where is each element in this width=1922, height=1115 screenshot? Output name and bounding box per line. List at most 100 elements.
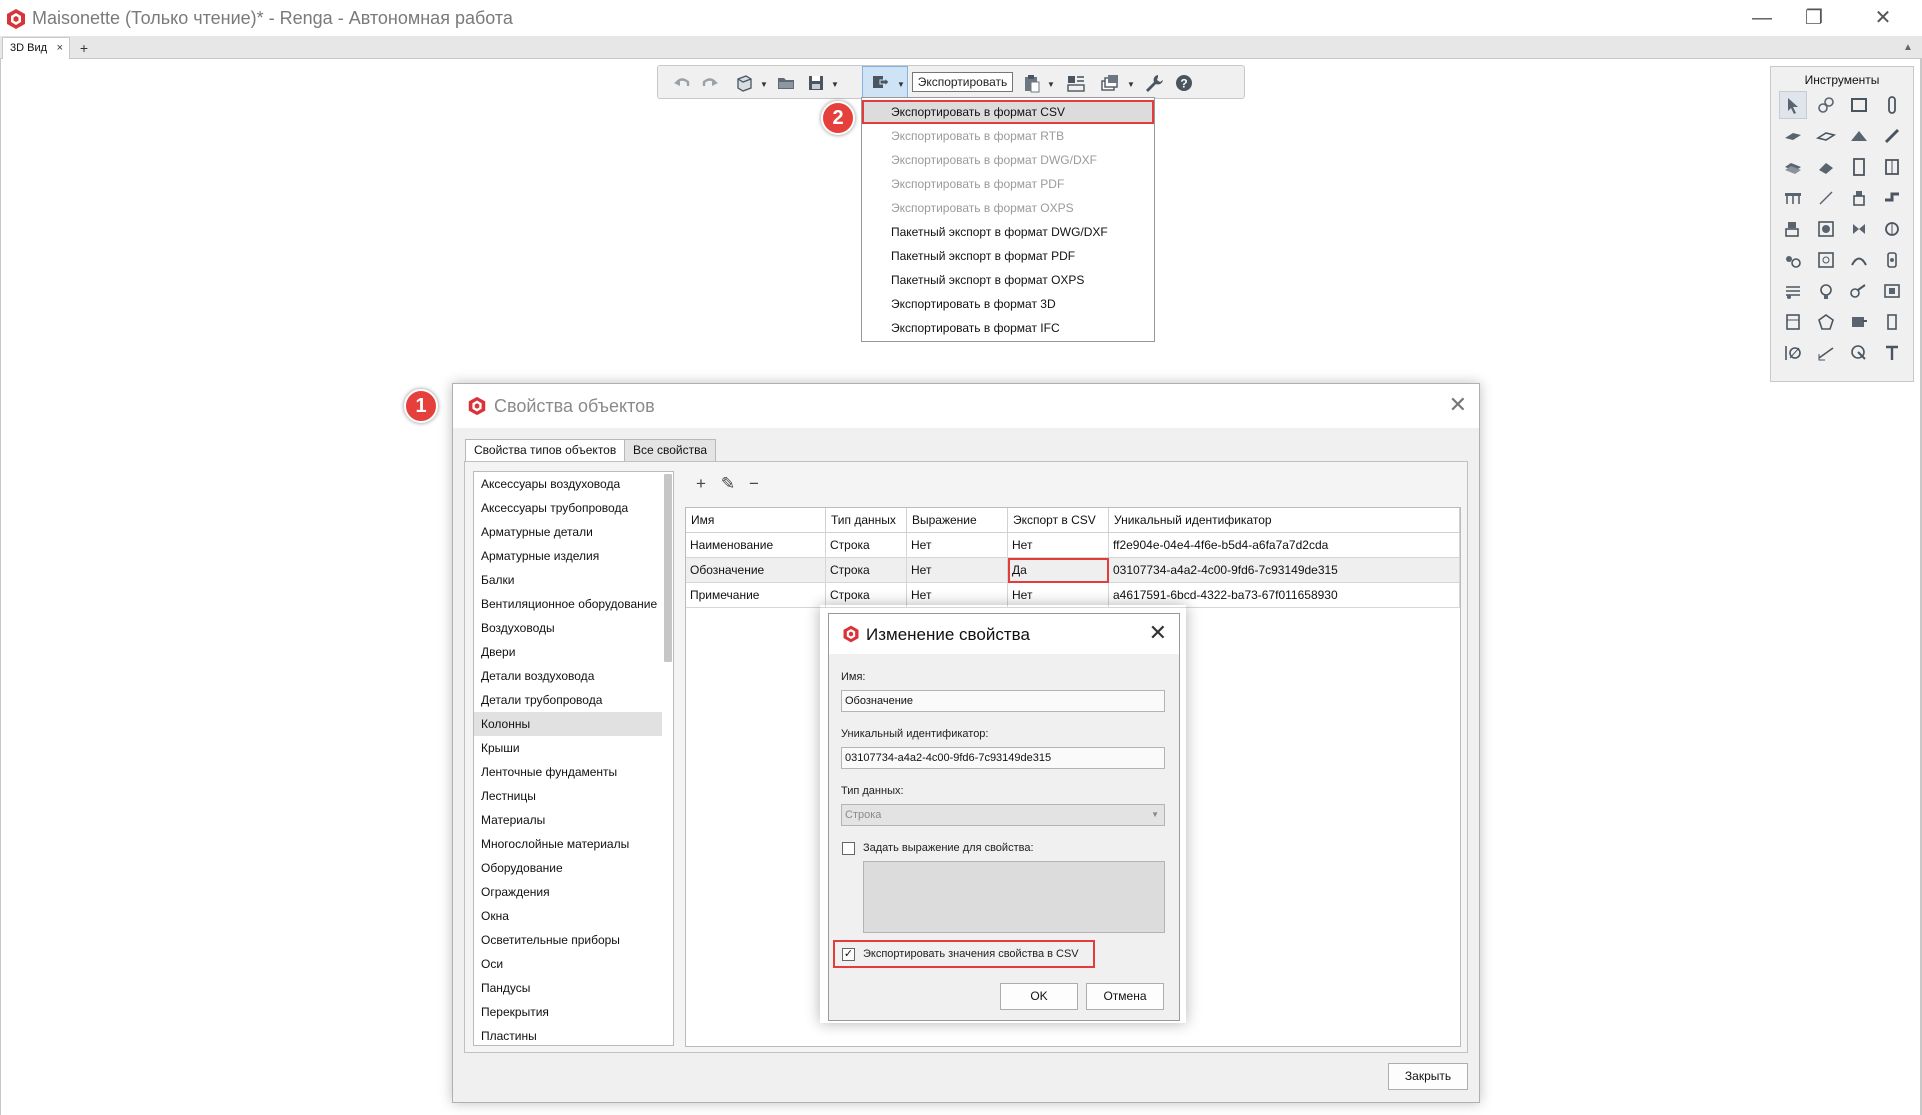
lamp-icon[interactable] [1812,277,1840,305]
help-icon[interactable]: ? [1172,71,1196,95]
redo-icon[interactable] [698,71,722,95]
duct-fitting-icon[interactable] [1845,246,1873,274]
panel-icon[interactable] [1779,308,1807,336]
category-item[interactable]: Вентиляционное оборудование [474,592,662,616]
category-item[interactable]: Крыши [474,736,662,760]
category-item[interactable]: Балки [474,568,662,592]
valve-icon[interactable] [1779,246,1807,274]
category-item[interactable]: Двери [474,640,662,664]
paste-dropdown-icon[interactable]: ▼ [1047,80,1055,89]
door-icon[interactable] [1845,153,1873,181]
layers-dropdown-icon[interactable]: ▼ [1127,80,1135,89]
close-icon[interactable]: ✕ [1149,620,1167,646]
category-item[interactable]: Окна [474,904,662,928]
light-switch-icon[interactable] [1878,277,1906,305]
add-property-button[interactable]: + [691,474,711,494]
route-icon[interactable] [1845,308,1873,336]
beam-icon[interactable] [1878,122,1906,150]
category-item[interactable]: Арматурные детали [474,520,662,544]
save-dropdown-icon[interactable]: ▼ [831,80,839,89]
open-folder-icon[interactable] [774,71,798,95]
ramp-icon[interactable] [1779,153,1807,181]
cancel-button[interactable]: Отмена [1086,983,1164,1010]
text-icon[interactable] [1878,339,1906,367]
uid-field[interactable]: 03107734-a4a2-4c00-9fd6-7c93149de315 [841,747,1165,769]
table-cell[interactable]: Наименование [686,533,826,558]
category-item[interactable]: Многослойные материалы [474,832,662,856]
axis-icon[interactable] [1779,339,1807,367]
table-cell[interactable]: Нет [1008,533,1109,558]
plumbing-icon[interactable] [1845,184,1873,212]
floor-icon[interactable] [1812,122,1840,150]
column-icon[interactable] [1878,91,1906,119]
view-cube-dropdown-icon[interactable]: ▼ [760,80,768,89]
category-item[interactable]: Воздуховоды [474,616,662,640]
delete-property-button[interactable]: − [744,474,764,494]
column-header[interactable]: Выражение [907,508,1008,533]
category-item[interactable]: Арматурные изделия [474,544,662,568]
menu-export-csv[interactable]: Экспортировать в формат CSV [862,100,1154,124]
category-item[interactable]: Аксессуары трубопровода [474,496,662,520]
category-item[interactable]: Аксессуары воздуховода [474,472,662,496]
name-field[interactable]: Обозначение [841,690,1165,712]
line-icon[interactable] [1812,184,1840,212]
table-cell[interactable]: Обозначение [686,558,826,583]
tab-3d-view[interactable]: 3D Вид × [2,37,70,59]
tab-type-properties[interactable]: Свойства типов объектов [465,439,626,461]
box-icon[interactable] [1878,308,1906,336]
category-item[interactable]: Перекрытия [474,1000,662,1024]
table-cell[interactable]: Да [1008,558,1109,583]
category-scrollbar[interactable] [664,474,672,662]
category-item[interactable]: Детали воздуховода [474,664,662,688]
category-item[interactable]: Пандусы [474,976,662,1000]
category-item[interactable]: Оборудование [474,856,662,880]
close-icon[interactable]: ✕ [1449,392,1467,418]
slab-icon[interactable] [1779,122,1807,150]
column-header[interactable]: Экспорт в CSV [1008,508,1109,533]
column-header[interactable]: Имя [686,508,826,533]
category-item[interactable]: Осветительные приборы [474,928,662,952]
table-cell[interactable]: Строка [826,558,907,583]
layers-icon[interactable] [1098,71,1122,95]
category-item[interactable]: Ленточные фундаменты [474,760,662,784]
select-icon[interactable] [1779,91,1807,119]
undo-icon[interactable] [670,71,694,95]
edit-property-button[interactable]: ✎ [718,474,738,494]
view-cube-icon[interactable] [732,71,756,95]
category-item[interactable]: Колонны [474,712,662,736]
close-button[interactable]: Закрыть [1388,1063,1468,1090]
save-icon[interactable] [804,71,828,95]
table-cell[interactable]: Примечание [686,583,826,608]
level-icon[interactable] [1812,91,1840,119]
settings-wrench-icon[interactable] [1142,71,1166,95]
table-cell[interactable]: Нет [907,558,1008,583]
roof-icon[interactable] [1845,122,1873,150]
object-properties-icon[interactable] [1064,71,1088,95]
table-cell[interactable]: Строка [826,533,907,558]
duct-icon[interactable] [1878,184,1906,212]
fan-icon[interactable] [1845,215,1873,243]
column-header[interactable]: Тип данных [826,508,907,533]
menu-batch-oxps[interactable]: Пакетный экспорт в формат OXPS [862,268,1154,292]
railing-icon[interactable] [1779,184,1807,212]
category-item[interactable]: Детали трубопровода [474,688,662,712]
category-item[interactable]: Оси [474,952,662,976]
window-icon[interactable] [1878,153,1906,181]
element-icon[interactable] [1812,308,1840,336]
table-cell[interactable]: ff2e904e-04e4-4f6e-b5d4-a6fa7a7d2cda [1109,533,1460,558]
ok-button[interactable]: OK [1000,983,1078,1010]
category-item[interactable]: Лестницы [474,784,662,808]
expression-checkbox[interactable] [842,842,855,855]
stair-icon[interactable] [1812,153,1840,181]
minimize-button[interactable]: — [1747,6,1777,30]
dimension-icon[interactable] [1812,339,1840,367]
accessory-icon[interactable] [1812,246,1840,274]
table-cell[interactable]: Нет [907,533,1008,558]
wiring-icon[interactable] [1845,277,1873,305]
csv-export-checkbox[interactable]: ✓ [842,948,855,961]
menu-export-ifc[interactable]: Экспортировать в формат IFC [862,316,1154,340]
menu-batch-dwg-dxf[interactable]: Пакетный экспорт в формат DWG/DXF [862,220,1154,244]
pipe-fitting-icon[interactable] [1878,215,1906,243]
equipment-icon[interactable] [1779,215,1807,243]
pipe-accessory-icon[interactable] [1878,246,1906,274]
